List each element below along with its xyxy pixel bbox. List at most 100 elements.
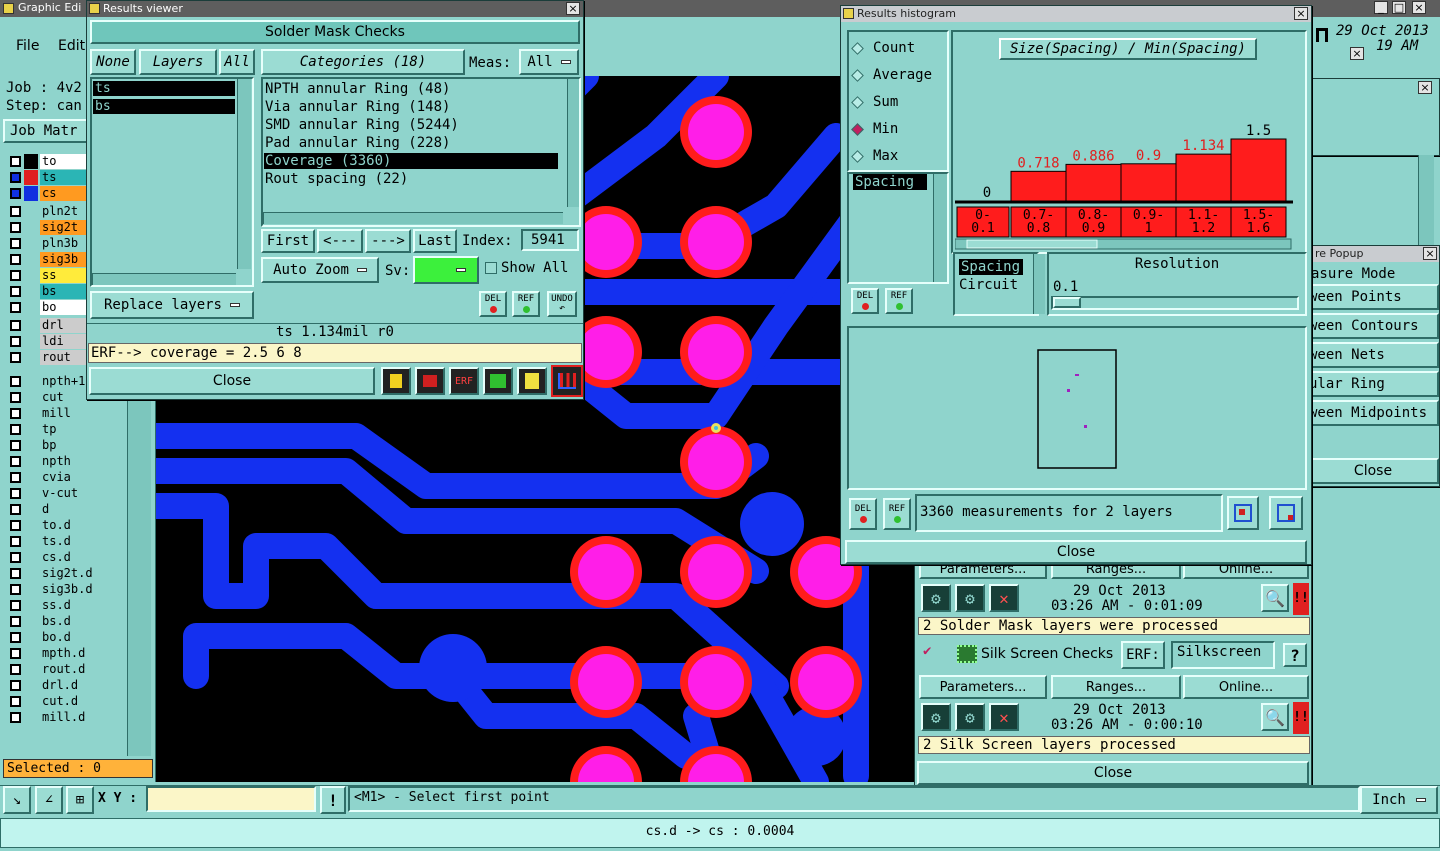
resolution-slider-thumb[interactable] xyxy=(1053,297,1081,308)
menu-edit[interactable]: Edit xyxy=(58,38,85,54)
layer-checkbox[interactable] xyxy=(10,188,21,199)
alert-button[interactable]: ! xyxy=(320,786,346,814)
measure-angle-icon[interactable]: ∠ xyxy=(35,786,63,814)
layer-checkbox[interactable] xyxy=(10,238,21,249)
ref-button[interactable]: REF xyxy=(512,291,540,317)
category-item[interactable]: Via annular Ring (148) xyxy=(264,99,558,115)
close-icon[interactable]: × xyxy=(1412,1,1426,14)
layer-checkbox[interactable] xyxy=(10,302,21,313)
histogram-bar[interactable] xyxy=(1175,153,1232,202)
mode-radio-sum[interactable]: Sum xyxy=(851,94,941,114)
layers-button[interactable]: Layers xyxy=(139,49,217,75)
histogram-icon[interactable] xyxy=(551,365,583,397)
layer-checkbox[interactable] xyxy=(10,680,21,691)
minimize-icon[interactable]: _ xyxy=(1374,1,1388,14)
layer-checkbox[interactable] xyxy=(10,472,21,483)
grid-icon[interactable]: ⊞ xyxy=(66,786,94,814)
layer-checkbox[interactable] xyxy=(10,156,21,167)
categories-button[interactable]: Categories (18) xyxy=(261,49,465,75)
layer-checkbox[interactable] xyxy=(10,552,21,563)
categories-scrollbar[interactable] xyxy=(567,79,579,207)
layers-scrollbar[interactable] xyxy=(237,79,251,269)
layer-item-ts[interactable]: ts xyxy=(93,81,235,96)
measure-close-button[interactable]: Close xyxy=(1307,458,1439,484)
layer-item-bo.d[interactable]: bo.d xyxy=(40,630,122,645)
layer-item-sig2t.d[interactable]: sig2t.d xyxy=(40,566,122,581)
layer-checkbox[interactable] xyxy=(10,408,21,419)
layer-checkbox[interactable] xyxy=(10,392,21,403)
close-icon[interactable]: × xyxy=(1418,81,1432,94)
layer-item-v-cut[interactable]: v-cut xyxy=(40,486,122,501)
category-item[interactable]: Pad annular Ring (228) xyxy=(264,135,558,151)
sv-color-dropdown[interactable] xyxy=(413,256,479,284)
del-button[interactable]: DEL xyxy=(479,291,507,317)
layer-item-to.d[interactable]: to.d xyxy=(40,518,122,533)
silk-online-button[interactable]: Online... xyxy=(1183,675,1309,699)
category-item[interactable]: NPTH annular Ring (48) xyxy=(264,81,558,97)
layer-item-mill.d[interactable]: mill.d xyxy=(40,710,122,725)
close-icon[interactable]: × xyxy=(1350,47,1364,60)
units-dropdown[interactable]: Inch xyxy=(1360,786,1438,814)
layer-checkbox[interactable] xyxy=(10,488,21,499)
layer-checkbox[interactable] xyxy=(10,568,21,579)
category-item[interactable]: SMD annular Ring (5244) xyxy=(264,117,558,133)
measure-option-contours[interactable]: ween Contours xyxy=(1307,313,1439,339)
histogram-bar[interactable] xyxy=(1010,170,1067,202)
list2-item-spacing[interactable]: Spacing xyxy=(959,259,1023,275)
layer-item-mpth.d[interactable]: mpth.d xyxy=(40,646,122,661)
help-button[interactable]: ? xyxy=(1283,643,1307,667)
layer-list-scrollbar[interactable] xyxy=(127,390,151,756)
layer-item-cut.d[interactable]: cut.d xyxy=(40,694,122,709)
measure-scrollbar[interactable] xyxy=(933,174,947,282)
layer-checkbox[interactable] xyxy=(10,270,21,281)
layer-checkbox[interactable] xyxy=(10,440,21,451)
resolution-slider[interactable] xyxy=(1051,296,1299,310)
snap-icon[interactable]: ↘ xyxy=(3,786,31,814)
layer-item-cvia[interactable]: cvia xyxy=(40,470,122,485)
category-item[interactable]: Coverage (3360) xyxy=(264,153,558,169)
erf-field[interactable]: Silkscreen xyxy=(1171,641,1275,669)
layer-item-mill[interactable]: mill xyxy=(40,406,122,421)
stop-check-icon[interactable]: ✕ xyxy=(989,703,1019,731)
prev-button[interactable]: <--- xyxy=(317,229,363,253)
layer-item-npth[interactable]: npth xyxy=(40,454,122,469)
meas-dropdown[interactable]: All xyxy=(519,49,579,75)
chart-hscroll-thumb[interactable] xyxy=(966,239,1098,249)
layer-item-d[interactable]: d xyxy=(40,502,122,517)
mode-radio-count[interactable]: Count xyxy=(851,40,941,60)
histogram-bar[interactable] xyxy=(1065,163,1122,202)
layer-item-bp[interactable]: bp xyxy=(40,438,122,453)
stop-check-icon[interactable]: ✕ xyxy=(989,584,1019,612)
layer-checkbox[interactable] xyxy=(10,286,21,297)
layer-checkbox[interactable] xyxy=(10,648,21,659)
layer-item-ts.d[interactable]: ts.d xyxy=(40,534,122,549)
layer-color-swatch[interactable] xyxy=(24,170,38,185)
measure-option-points[interactable]: ween Points xyxy=(1307,284,1439,310)
layer-color-swatch[interactable] xyxy=(24,186,38,201)
close-icon[interactable]: × xyxy=(566,2,580,15)
sequence-icon[interactable] xyxy=(483,367,513,395)
results-close-button[interactable]: Close xyxy=(89,367,375,395)
replace-layers-dropdown[interactable]: Replace layers xyxy=(90,291,254,319)
silk-parameters-button[interactable]: Parameters... xyxy=(919,675,1047,699)
histogram-close-button[interactable]: Close xyxy=(845,540,1307,564)
erf-icon[interactable]: ERF xyxy=(449,367,479,395)
job-matrix-button[interactable]: Job Matr xyxy=(3,119,89,143)
list2-item-circuit[interactable]: Circuit xyxy=(959,277,1018,293)
zoom-icon[interactable]: 🔍 xyxy=(1261,703,1289,731)
layer-item-bs[interactable]: bs xyxy=(93,99,235,114)
silk-enable-check-icon[interactable]: ✔ xyxy=(923,644,937,658)
layers-none-button[interactable]: None xyxy=(90,49,136,75)
menu-file[interactable]: File xyxy=(16,38,39,54)
close-icon[interactable]: × xyxy=(1294,7,1308,20)
next-button[interactable]: ---> xyxy=(365,229,411,253)
layer-item-bs.d[interactable]: bs.d xyxy=(40,614,122,629)
zoom-icon[interactable]: 🔍 xyxy=(1261,584,1289,612)
checks-close-button[interactable]: Close xyxy=(917,761,1309,785)
layer-item-sig3b.d[interactable]: sig3b.d xyxy=(40,582,122,597)
export-icon[interactable] xyxy=(415,367,445,395)
index-field[interactable]: 5941 xyxy=(521,229,579,251)
notes-icon[interactable] xyxy=(517,367,547,395)
run-check-icon[interactable]: ⚙ xyxy=(955,584,985,612)
layer-checkbox[interactable] xyxy=(10,616,21,627)
